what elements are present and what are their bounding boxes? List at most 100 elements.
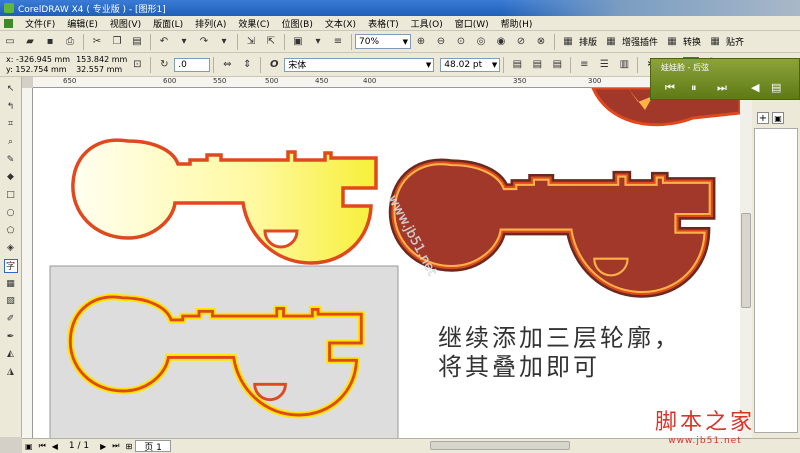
import-icon[interactable]: ⇲ xyxy=(243,34,259,50)
fit-page-icon[interactable]: ▣ xyxy=(25,442,33,451)
zoom-selection-icon[interactable]: ⊙ xyxy=(453,34,469,50)
basic-shapes-tool-icon[interactable]: ◈ xyxy=(4,241,18,255)
mirror-horizontal-icon[interactable]: ⇔ xyxy=(219,57,235,73)
text-align-icon[interactable]: ≡ xyxy=(576,57,592,73)
add-page-icon[interactable]: ⊞ xyxy=(126,442,133,451)
blend-tool-icon[interactable]: ▧ xyxy=(4,294,18,308)
redo-icon[interactable]: ↷ xyxy=(196,34,212,50)
menu-arrange[interactable]: 排列(A) xyxy=(189,17,232,30)
underline-icon[interactable]: ▤ xyxy=(549,57,565,73)
zoom-all-icon[interactable]: ◎ xyxy=(473,34,489,50)
crop-tool-icon[interactable]: ⌗ xyxy=(4,117,18,131)
instruction-line-2[interactable]: 将其叠加即可 xyxy=(438,353,600,381)
new-document-icon[interactable]: ▭ xyxy=(2,34,18,50)
zoom-level-select[interactable]: 70% ▼ xyxy=(355,34,411,49)
menu-file[interactable]: 文件(F) xyxy=(19,17,61,30)
menu-help[interactable]: 帮助(H) xyxy=(495,17,539,30)
height-field[interactable]: 32.557 mm xyxy=(76,65,127,75)
ellipse-tool-icon[interactable]: ○ xyxy=(4,206,18,220)
playlist-icon[interactable]: ▤ xyxy=(771,81,781,94)
fill-tool-icon[interactable]: ◭ xyxy=(4,347,18,361)
freehand-tool-icon[interactable]: ✎ xyxy=(4,153,18,167)
y-position-field[interactable]: y: 152.754 mm xyxy=(6,65,70,75)
scrollbar-thumb[interactable] xyxy=(741,213,751,308)
add-object-icon[interactable]: + xyxy=(757,112,769,124)
zoom-width-icon[interactable]: ⊘ xyxy=(513,34,529,50)
menu-text[interactable]: 文本(X) xyxy=(319,17,362,30)
next-page-icon[interactable]: ▶ xyxy=(100,442,106,451)
zoom-page-icon[interactable]: ◉ xyxy=(493,34,509,50)
rotation-field[interactable]: .0 xyxy=(174,57,211,72)
typeset-plugin-button[interactable]: 排版 xyxy=(579,35,597,48)
menu-view[interactable]: 视图(V) xyxy=(104,17,147,30)
export-icon[interactable]: ⇱ xyxy=(263,34,279,50)
volume-icon[interactable]: ◀ xyxy=(751,81,759,94)
document-icon[interactable] xyxy=(4,18,13,28)
outline-tool-icon[interactable]: ✒ xyxy=(4,330,18,344)
rotation-icon[interactable]: ↻ xyxy=(156,57,172,73)
next-track-icon[interactable]: ⏭ xyxy=(717,81,727,95)
vertical-scrollbar[interactable] xyxy=(740,88,752,438)
mirror-vertical-icon[interactable]: ⇕ xyxy=(239,57,255,73)
welcome-screen-icon[interactable]: ≡ xyxy=(330,34,346,50)
typeset-plugin-icon[interactable]: ▦ xyxy=(560,34,576,50)
zoom-tool-icon[interactable]: ⌕ xyxy=(4,135,18,149)
open-folder-icon[interactable]: ▰ xyxy=(22,34,38,50)
eyedropper-tool-icon[interactable]: ✐ xyxy=(4,312,18,326)
application-launcher-icon[interactable]: ▣ xyxy=(290,34,306,50)
convert-plugin-button[interactable]: 转换 xyxy=(683,35,701,48)
snap-plugin-icon[interactable]: ▦ xyxy=(707,34,723,50)
cut-icon[interactable]: ✂ xyxy=(89,34,105,50)
first-page-icon[interactable]: ⏮ xyxy=(39,441,46,451)
paste-icon[interactable]: ▤ xyxy=(129,34,145,50)
drop-cap-icon[interactable]: ▥ xyxy=(616,57,632,73)
key-shape-contour[interactable] xyxy=(394,164,709,292)
menu-effects[interactable]: 效果(C) xyxy=(232,17,275,30)
print-icon[interactable]: ⎙ xyxy=(62,34,78,50)
save-icon[interactable]: ▪ xyxy=(42,34,58,50)
zoom-height-icon[interactable]: ⊗ xyxy=(533,34,549,50)
object-view-icon[interactable]: ▣ xyxy=(772,112,784,124)
launcher-dropdown-icon[interactable]: ▾ xyxy=(310,34,326,50)
snap-plugin-button[interactable]: 贴齐 xyxy=(726,35,744,48)
italic-icon[interactable]: ▤ xyxy=(529,57,545,73)
smart-fill-tool-icon[interactable]: ◆ xyxy=(4,170,18,184)
zoom-in-icon[interactable]: ⊕ xyxy=(413,34,429,50)
text-tool-icon[interactable]: 字 xyxy=(3,258,18,273)
last-page-icon[interactable]: ⏭ xyxy=(112,441,119,451)
previous-track-icon[interactable]: ⏮ xyxy=(665,81,675,95)
rectangle-tool-icon[interactable]: □ xyxy=(4,188,18,202)
polygon-tool-icon[interactable]: ⬠ xyxy=(4,224,18,238)
redo-dropdown-icon[interactable]: ▾ xyxy=(216,34,232,50)
pause-icon[interactable]: ⏸ xyxy=(691,81,697,95)
lock-ratio-icon[interactable]: ⊡ xyxy=(129,57,145,73)
page-tab[interactable]: 页 1 xyxy=(135,440,171,453)
undo-icon[interactable]: ↶ xyxy=(156,34,172,50)
bold-icon[interactable]: ▤ xyxy=(509,57,525,73)
font-size-select[interactable]: 48.02 pt ▼ xyxy=(440,57,501,72)
drawing-canvas[interactable]: www.jb51.net 继续添加三层轮廓， 将其叠加即可 xyxy=(33,88,740,438)
previous-page-icon[interactable]: ◀ xyxy=(52,442,58,451)
zoom-out-icon[interactable]: ⊖ xyxy=(433,34,449,50)
copy-icon[interactable]: ❐ xyxy=(109,34,125,50)
enhance-plugin-button[interactable]: 增强插件 xyxy=(622,35,658,48)
convert-plugin-icon[interactable]: ▦ xyxy=(664,34,680,50)
font-family-select[interactable]: 宋体 ▼ xyxy=(284,57,435,72)
menu-table[interactable]: 表格(T) xyxy=(362,17,405,30)
instruction-line-1[interactable]: 继续添加三层轮廓， xyxy=(438,324,681,352)
menu-window[interactable]: 窗口(W) xyxy=(449,17,495,30)
horizontal-scrollbar[interactable] xyxy=(430,441,570,450)
enhance-plugin-icon[interactable]: ▦ xyxy=(603,34,619,50)
pick-tool-icon[interactable]: ↖ xyxy=(4,82,18,96)
key-shape-gradient[interactable] xyxy=(71,138,378,265)
menu-layout[interactable]: 版面(L) xyxy=(147,17,189,30)
width-field[interactable]: 153.842 mm xyxy=(76,55,127,65)
x-position-field[interactable]: x: -326.945 mm xyxy=(6,55,70,65)
menu-edit[interactable]: 编辑(E) xyxy=(61,17,104,30)
bullet-list-icon[interactable]: ☰ xyxy=(596,57,612,73)
undo-dropdown-icon[interactable]: ▾ xyxy=(176,34,192,50)
table-tool-icon[interactable]: ▦ xyxy=(4,277,18,291)
menu-bitmaps[interactable]: 位图(B) xyxy=(276,17,319,30)
interactive-fill-tool-icon[interactable]: ◮ xyxy=(4,365,18,379)
shape-tool-icon[interactable]: ↰ xyxy=(4,100,18,114)
